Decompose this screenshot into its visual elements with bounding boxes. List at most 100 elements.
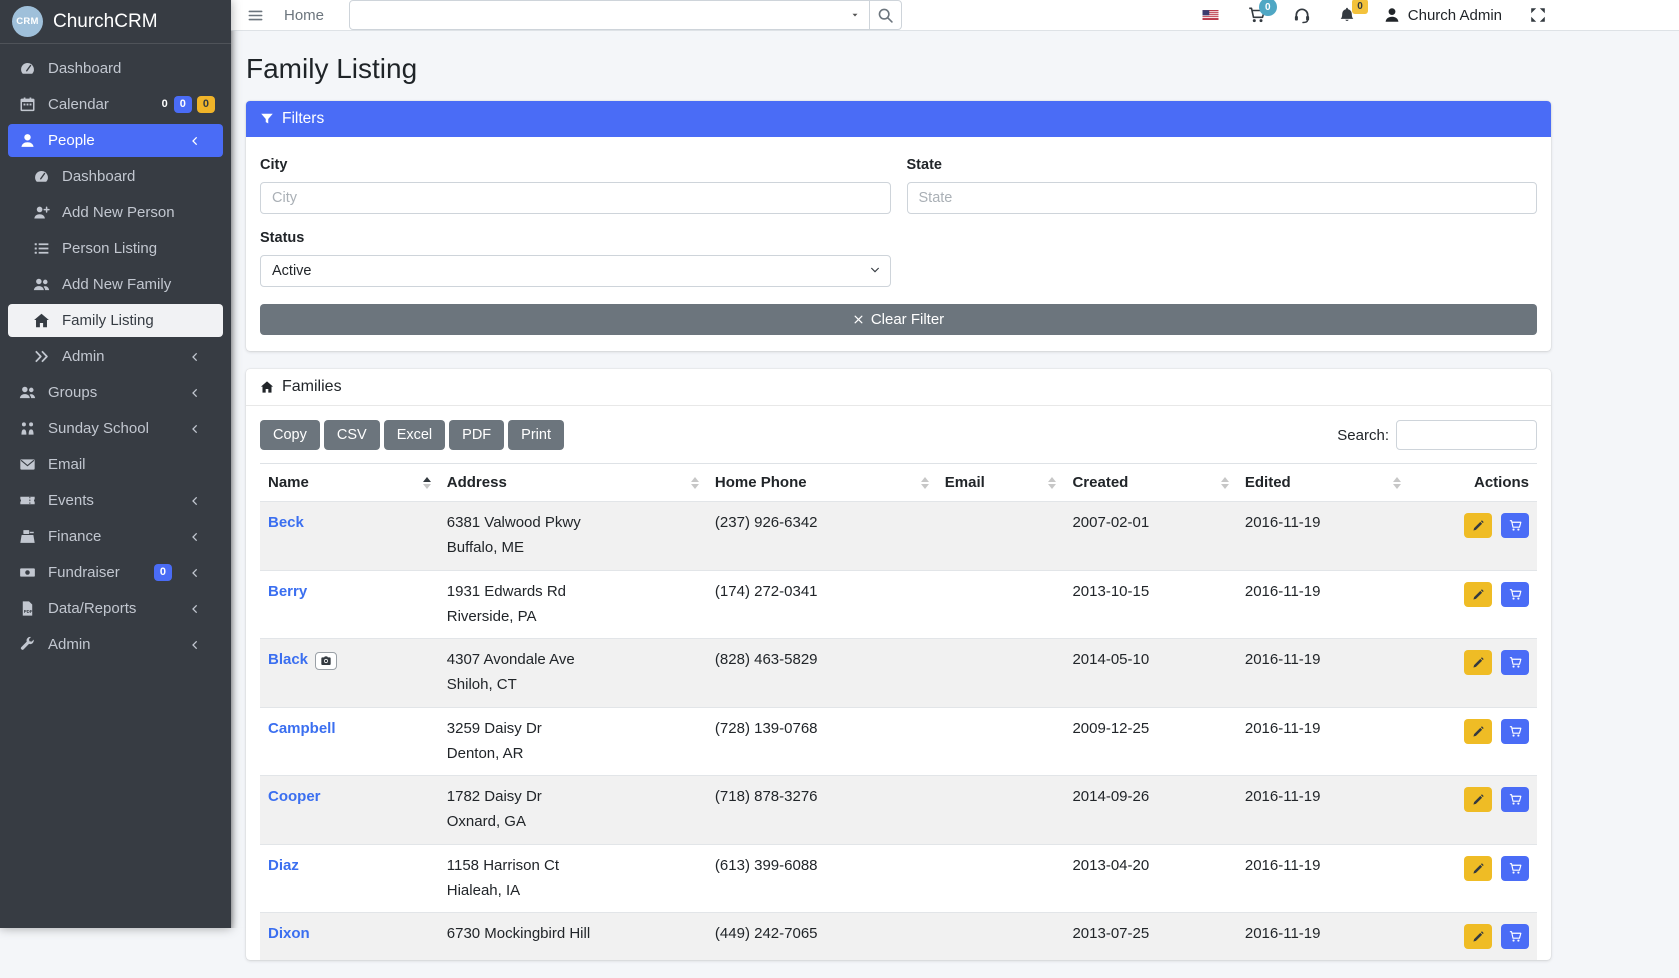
actions-cell: [1409, 639, 1537, 708]
sidebar-item-events[interactable]: Events: [8, 484, 223, 517]
tachometer-icon: [16, 60, 39, 77]
edit-family-button[interactable]: [1464, 650, 1492, 675]
sidebar-item-add-new-family[interactable]: Add New Family: [8, 268, 223, 301]
status-select[interactable]: Active: [260, 255, 891, 287]
user-menu-button[interactable]: Church Admin: [1383, 6, 1502, 24]
table-row: Beck 6381 Valwood PkwyBuffalo, ME(237) 92…: [260, 502, 1537, 571]
sidebar-item-dashboard[interactable]: Dashboard: [8, 52, 223, 85]
navbar-search-button[interactable]: [869, 0, 902, 30]
svg-text:PDF: PDF: [24, 609, 33, 614]
camera-icon: [320, 655, 332, 667]
chevron-left-icon: [183, 351, 206, 363]
chevron-left-icon: [183, 531, 206, 543]
family-cart-button[interactable]: [1501, 650, 1529, 675]
column-header-home-phone[interactable]: Home Phone: [707, 464, 937, 502]
edit-family-button[interactable]: [1464, 787, 1492, 812]
cart-button[interactable]: 0: [1248, 6, 1266, 24]
fullscreen-button[interactable]: [1529, 6, 1547, 24]
home-icon: [30, 312, 53, 329]
family-name-link[interactable]: Campbell: [268, 720, 336, 737]
table-search-input[interactable]: [1396, 420, 1537, 450]
family-cart-button[interactable]: [1501, 719, 1529, 744]
edit-family-button[interactable]: [1464, 513, 1492, 538]
support-button[interactable]: [1293, 6, 1311, 24]
column-header-email[interactable]: Email: [937, 464, 1065, 502]
sidebar-menu: DashboardCalendar000PeopleDashboardAdd N…: [0, 44, 231, 672]
phone-cell: (174) 272-0341: [707, 570, 937, 639]
sidebar-item-fundraiser[interactable]: Fundraiser0: [8, 556, 223, 589]
users-icon: [30, 276, 53, 293]
sidebar-item-groups[interactable]: Groups: [8, 376, 223, 409]
export-excel-button[interactable]: Excel: [384, 420, 445, 450]
column-header-name[interactable]: Name: [260, 464, 439, 502]
families-card: Families CopyCSVExcelPDFPrint Search:: [246, 369, 1551, 960]
phone-cell: (237) 926-6342: [707, 502, 937, 571]
export-print-button[interactable]: Print: [508, 420, 564, 450]
family-cart-button[interactable]: [1501, 582, 1529, 607]
edit-family-button[interactable]: [1464, 582, 1492, 607]
sidebar-item-admin[interactable]: Admin: [8, 340, 223, 373]
name-cell: Campbell: [260, 707, 439, 776]
menu-toggle-button[interactable]: [247, 7, 264, 24]
name-cell: Berry: [260, 570, 439, 639]
cart-icon: [1509, 588, 1522, 601]
tools-icon: [16, 636, 39, 653]
global-search-select[interactable]: [349, 0, 870, 30]
table-row: Cooper1782 Daisy DrOxnard, GA(718) 878-3…: [260, 776, 1537, 845]
phone-cell: (718) 878-3276: [707, 776, 937, 845]
state-input[interactable]: [907, 182, 1538, 214]
sidebar-item-email[interactable]: Email: [8, 448, 223, 481]
edited-cell: 2016-11-19: [1237, 639, 1409, 708]
export-copy-button[interactable]: Copy: [260, 420, 320, 450]
page-title: Family Listing: [246, 53, 1551, 85]
sidebar-item-calendar[interactable]: Calendar000: [8, 88, 223, 121]
family-cart-button[interactable]: [1501, 787, 1529, 812]
export-csv-button[interactable]: CSV: [324, 420, 380, 450]
search-icon: [877, 7, 894, 24]
export-pdf-button[interactable]: PDF: [449, 420, 504, 450]
column-header-created[interactable]: Created: [1064, 464, 1236, 502]
email-cell: [937, 502, 1065, 571]
home-link[interactable]: Home: [284, 7, 324, 24]
sidebar-item-admin[interactable]: Admin: [8, 628, 223, 661]
pencil-icon: [1472, 519, 1485, 532]
family-name-link[interactable]: Black: [268, 651, 308, 668]
sidebar-item-data-reports[interactable]: PDFData/Reports: [8, 592, 223, 625]
family-name-link[interactable]: Berry: [268, 583, 307, 600]
tachometer-icon: [30, 168, 53, 185]
language-flag-button[interactable]: [1200, 7, 1221, 23]
family-name-link[interactable]: Cooper: [268, 788, 321, 805]
family-name-link[interactable]: Beck: [268, 514, 304, 531]
clear-filter-button[interactable]: Clear Filter: [260, 304, 1537, 335]
column-header-edited[interactable]: Edited: [1237, 464, 1409, 502]
filters-card: Filters City State Status: [246, 101, 1551, 351]
column-header-address[interactable]: Address: [439, 464, 707, 502]
city-input[interactable]: [260, 182, 891, 214]
sidebar-item-family-listing[interactable]: Family Listing: [8, 304, 223, 337]
family-photo-button[interactable]: [315, 652, 337, 670]
name-cell: Cooper: [260, 776, 439, 845]
family-cart-button[interactable]: [1501, 856, 1529, 881]
edited-cell: 2016-11-19: [1237, 913, 1409, 961]
name-cell: Diaz: [260, 844, 439, 913]
sidebar-item-person-listing[interactable]: Person Listing: [8, 232, 223, 265]
actions-cell: [1409, 913, 1537, 961]
sidebar-item-sunday-school[interactable]: Sunday School: [8, 412, 223, 445]
sidebar-item-people[interactable]: People: [8, 124, 223, 157]
family-cart-button[interactable]: [1501, 513, 1529, 538]
family-name-link[interactable]: Diaz: [268, 857, 299, 874]
address-cell: 6381 Valwood PkwyBuffalo, ME: [439, 502, 707, 571]
clear-x-icon: [853, 314, 864, 325]
edit-family-button[interactable]: [1464, 719, 1492, 744]
edit-family-button[interactable]: [1464, 856, 1492, 881]
sidebar-item-dashboard[interactable]: Dashboard: [8, 160, 223, 193]
sidebar-item-finance[interactable]: Finance: [8, 520, 223, 553]
user-plus-icon: [30, 204, 53, 221]
notifications-button[interactable]: 0: [1338, 6, 1356, 24]
filters-card-header[interactable]: Filters: [246, 101, 1551, 137]
brand[interactable]: CRM ChurchCRM: [0, 0, 231, 44]
pencil-icon: [1472, 656, 1485, 669]
sidebar-item-add-new-person[interactable]: Add New Person: [8, 196, 223, 229]
chevron-left-icon: [183, 603, 206, 615]
created-cell: 2013-10-15: [1064, 570, 1236, 639]
